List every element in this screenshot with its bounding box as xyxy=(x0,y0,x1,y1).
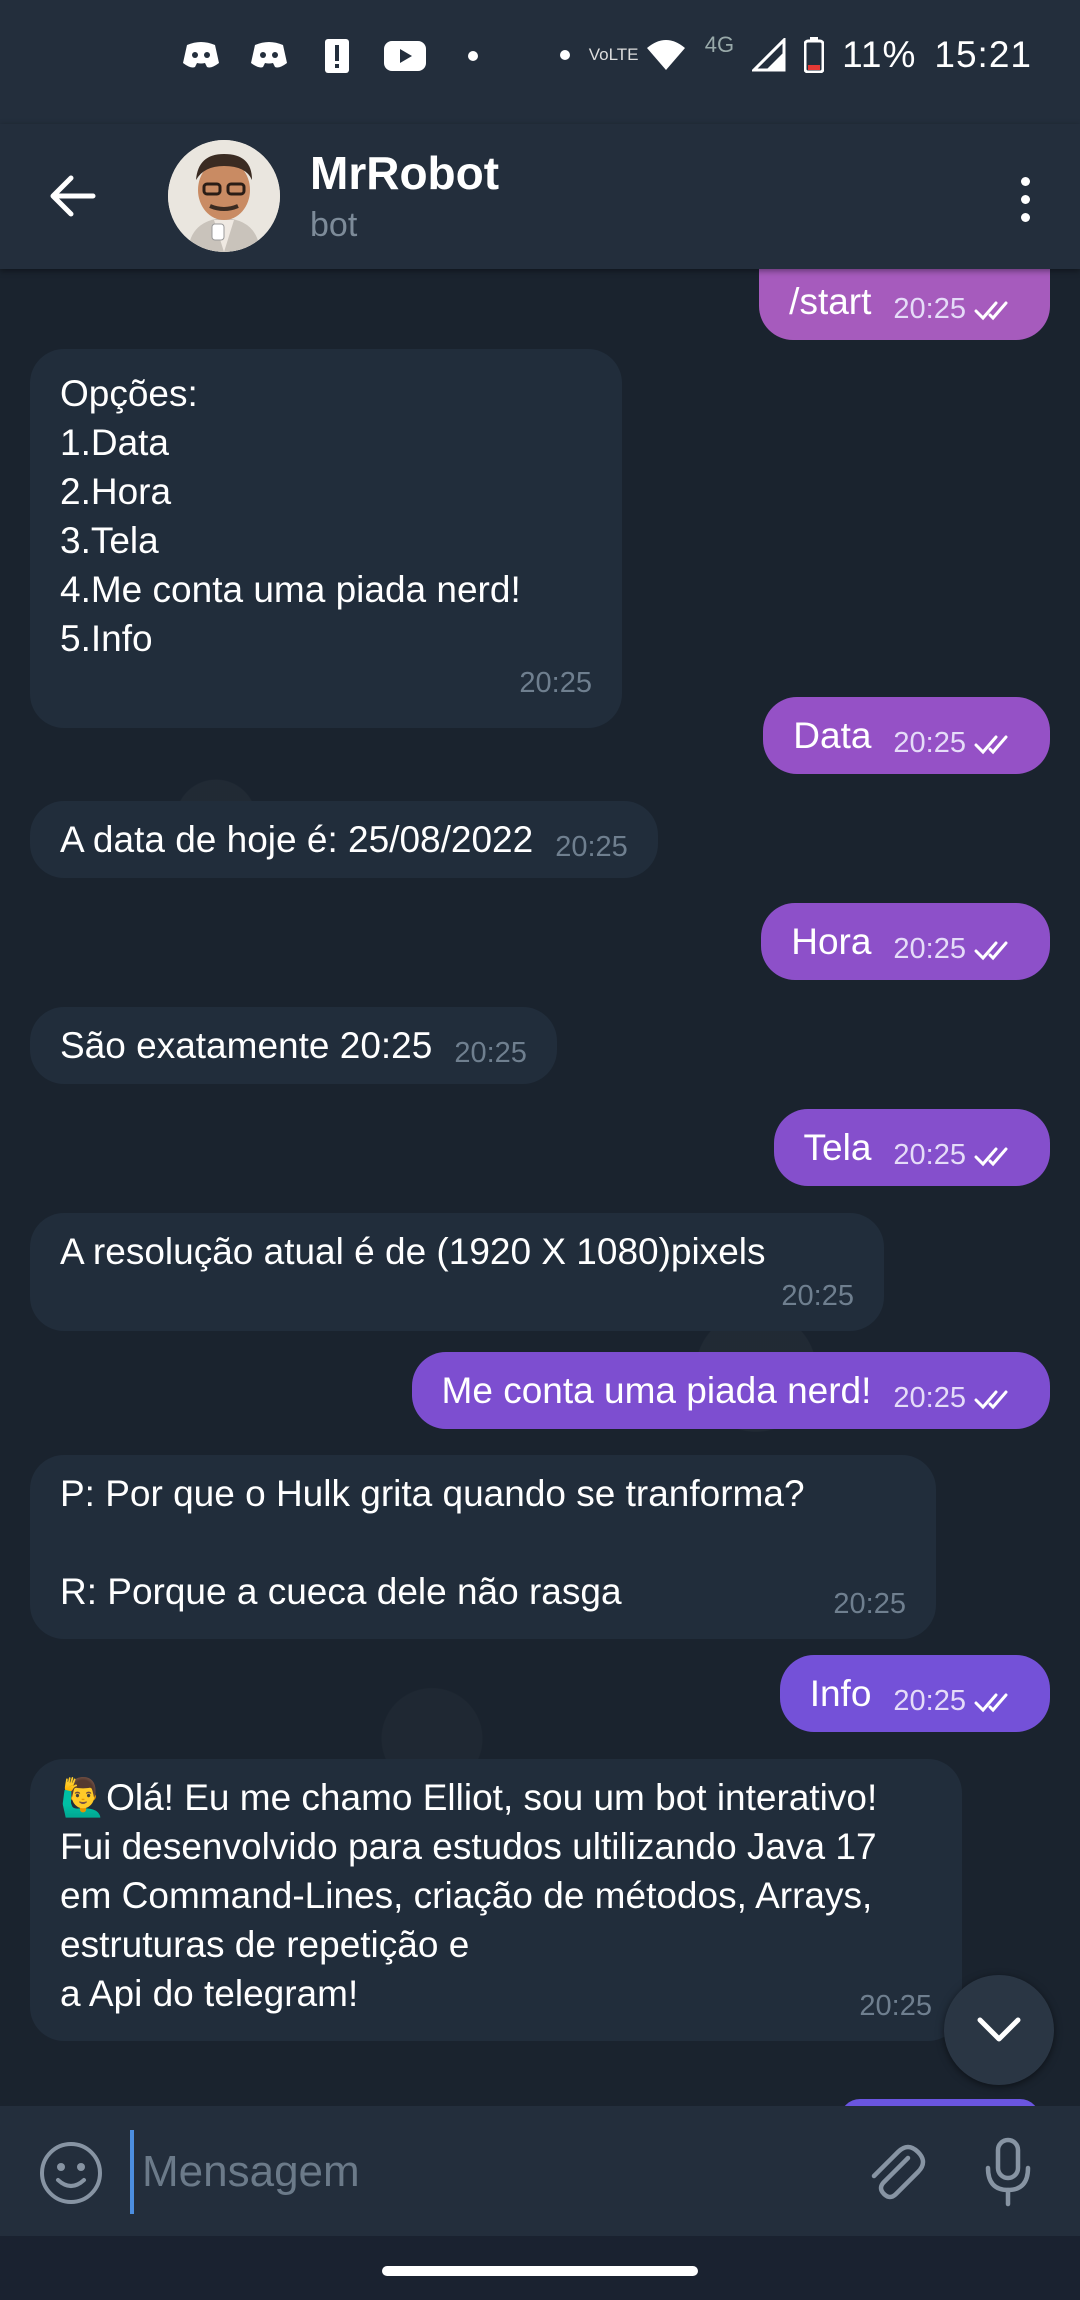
message-outgoing-partial xyxy=(840,2099,1040,2106)
youtube-icon xyxy=(384,38,426,74)
back-button[interactable] xyxy=(40,164,104,228)
message-incoming[interactable]: A data de hoje é: 25/08/2022 20:25 xyxy=(30,801,658,878)
message-composer xyxy=(0,2106,1080,2236)
network-label: 4G xyxy=(704,32,735,57)
smiley-icon xyxy=(40,2142,102,2204)
clock: 15:21 xyxy=(934,34,1032,75)
message-time: 20:25 xyxy=(893,1382,966,1414)
double-check-icon xyxy=(974,1390,1008,1409)
battery-icon xyxy=(804,37,825,73)
wifi-icon xyxy=(646,40,685,70)
chevron-down-icon xyxy=(977,2017,1021,2042)
bot-avatar-icon xyxy=(168,140,280,252)
message-text: Opções: 1.Data 2.Hora 3.Tela 4.Me conta … xyxy=(60,373,521,659)
dot-icon xyxy=(452,38,494,74)
status-bar: VoLTE 4G 11% 15:21 xyxy=(0,0,1080,124)
system-nav-bar xyxy=(0,2236,1080,2300)
message-time: 20:25 xyxy=(781,1280,854,1312)
paperclip-icon xyxy=(871,2144,926,2200)
message-outgoing[interactable]: Tela 20:25 xyxy=(773,1109,1050,1186)
alert-icon xyxy=(316,38,358,74)
double-check-icon xyxy=(974,941,1008,960)
message-list[interactable]: /start 20:25 Opções: 1.Data 2.Hora 3.Tel… xyxy=(0,269,1080,2106)
message-outgoing[interactable]: Data 20:25 xyxy=(763,697,1050,774)
message-time: 20:25 xyxy=(555,831,628,863)
double-check-icon xyxy=(974,1147,1008,1166)
message-text: Data xyxy=(793,715,872,756)
message-time: 20:25 xyxy=(454,1037,527,1069)
signal-icon xyxy=(752,38,786,72)
double-check-icon xyxy=(974,1693,1008,1712)
more-options-button[interactable] xyxy=(1000,164,1050,234)
message-outgoing[interactable]: Info 20:25 xyxy=(779,1655,1050,1732)
chat-title[interactable]: MrRobot xyxy=(310,146,499,200)
microphone-icon xyxy=(985,2137,1031,2207)
message-incoming[interactable]: A resolução atual é de (1920 X 1080)pixe… xyxy=(30,1213,884,1331)
message-incoming[interactable]: 🙋‍♂️Olá! Eu me chamo Elliot, sou um bot … xyxy=(30,1759,962,2041)
double-check-icon xyxy=(974,735,1008,754)
message-text: Tela xyxy=(803,1127,872,1168)
message-outgoing[interactable]: Hora 20:25 xyxy=(761,903,1050,980)
message-input[interactable] xyxy=(130,2130,844,2214)
system-icons: VoLTE 4G 11% 15:21 xyxy=(559,34,1032,76)
avatar[interactable] xyxy=(168,140,280,252)
message-time: 20:25 xyxy=(893,1685,966,1717)
message-time: 20:25 xyxy=(893,933,966,965)
chat-header: MrRobot bot xyxy=(0,124,1080,269)
attach-button[interactable] xyxy=(858,2136,928,2206)
message-text: Info xyxy=(809,1673,872,1714)
battery-percent: 11% xyxy=(842,34,917,75)
message-incoming[interactable]: P: Por que o Hulk grita quando se tranfo… xyxy=(30,1455,936,1639)
discord-icon xyxy=(248,38,290,74)
message-incoming[interactable]: São exatamente 20:25 20:25 xyxy=(30,1007,557,1084)
message-text: São exatamente 20:25 xyxy=(60,1025,433,1066)
dot-icon xyxy=(559,50,570,60)
message-text: A data de hoje é: 25/08/2022 xyxy=(60,819,534,860)
notification-icons xyxy=(180,38,494,74)
microphone-button[interactable] xyxy=(980,2136,1036,2210)
arrow-left-icon xyxy=(50,175,96,217)
message-text: Hora xyxy=(791,921,872,962)
emoji-button[interactable] xyxy=(36,2138,106,2208)
message-text: A resolução atual é de (1920 X 1080)pixe… xyxy=(60,1231,766,1272)
message-outgoing[interactable]: /start 20:25 xyxy=(759,269,1050,340)
home-gesture-handle[interactable] xyxy=(382,2266,698,2276)
double-check-icon xyxy=(974,301,1008,320)
message-time: 20:25 xyxy=(893,293,966,325)
message-time: 20:25 xyxy=(893,1139,966,1171)
message-time: 20:25 xyxy=(893,727,966,759)
message-outgoing[interactable]: Me conta uma piada nerd! 20:25 xyxy=(411,1352,1050,1429)
scroll-down-button[interactable] xyxy=(944,1975,1054,2085)
volte-label: VoLTE xyxy=(588,45,639,64)
message-text: Me conta uma piada nerd! xyxy=(441,1370,872,1411)
chat-subtitle: bot xyxy=(310,206,358,244)
message-text: /start xyxy=(789,281,872,322)
message-time: 20:25 xyxy=(519,667,592,699)
discord-icon xyxy=(180,38,222,74)
message-incoming[interactable]: Opções: 1.Data 2.Hora 3.Tela 4.Me conta … xyxy=(30,349,622,728)
